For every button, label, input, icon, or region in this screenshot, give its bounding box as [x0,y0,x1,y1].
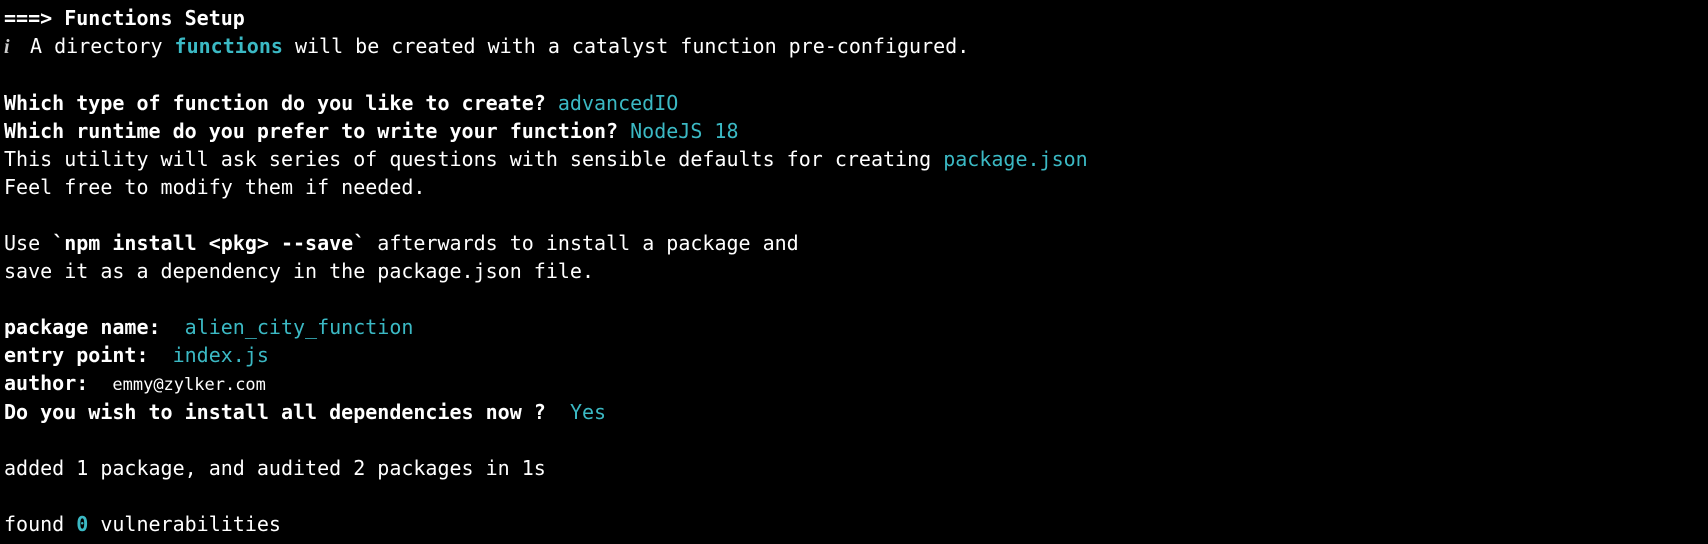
npm-text-2: afterwards to install a package and [365,231,798,255]
blank-line-3 [4,285,1704,313]
util-text: This utility will ask series of question… [4,147,943,171]
pkg-name-label: package name: [4,315,185,339]
feel-free-line: Feel free to modify them if needed. [4,173,1704,201]
info-icon: i [4,33,18,61]
author-line: author: emmy@zylker.com [4,369,1704,398]
npm-text-1: Use [4,231,52,255]
q1-prompt: Which type of function do you like to cr… [4,91,558,115]
info-line: i A directory functions will be created … [4,32,1704,61]
info-highlight: functions [175,34,283,58]
install-deps-answer: Yes [570,400,606,424]
header-arrow: ===> [4,6,64,30]
blank-line-2 [4,201,1704,229]
author-value: emmy@zylker.com [112,375,266,395]
npm-cmd: `npm install <pkg> --save` [52,231,365,255]
header-line: ===> Functions Setup [4,4,1704,32]
blank-line-4 [4,426,1704,454]
install-deps-prompt: Do you wish to install all dependencies … [4,400,570,424]
pkg-name-value: alien_city_function [185,315,414,339]
info-text-1: A directory [18,34,175,58]
save-line: save it as a dependency in the package.j… [4,257,1704,285]
pkg-name-line: package name: alien_city_function [4,313,1704,341]
entry-point-label: entry point: [4,343,173,367]
info-text-2: will be created with a catalyst function… [283,34,969,58]
entry-point-value: index.js [173,343,269,367]
blank-line-5 [4,482,1704,510]
found-text-1: found [4,512,76,536]
q1-answer: advancedIO [558,91,678,115]
header-title: Functions Setup [64,6,245,30]
util-line: This utility will ask series of question… [4,145,1704,173]
install-deps-line: Do you wish to install all dependencies … [4,398,1704,426]
found-count: 0 [76,512,88,536]
entry-point-line: entry point: index.js [4,341,1704,369]
author-label: author: [4,371,112,395]
q2-answer: NodeJS 18 [630,119,738,143]
q2-line: Which runtime do you prefer to write you… [4,117,1704,145]
found-text-2: vulnerabilities [88,512,281,536]
added-line: added 1 package, and audited 2 packages … [4,454,1704,482]
found-line: found 0 vulnerabilities [4,510,1704,538]
q2-prompt: Which runtime do you prefer to write you… [4,119,630,143]
util-highlight: package.json [943,147,1088,171]
npm-line: Use `npm install <pkg> --save` afterward… [4,229,1704,257]
q1-line: Which type of function do you like to cr… [4,89,1704,117]
blank-line-1 [4,61,1704,89]
